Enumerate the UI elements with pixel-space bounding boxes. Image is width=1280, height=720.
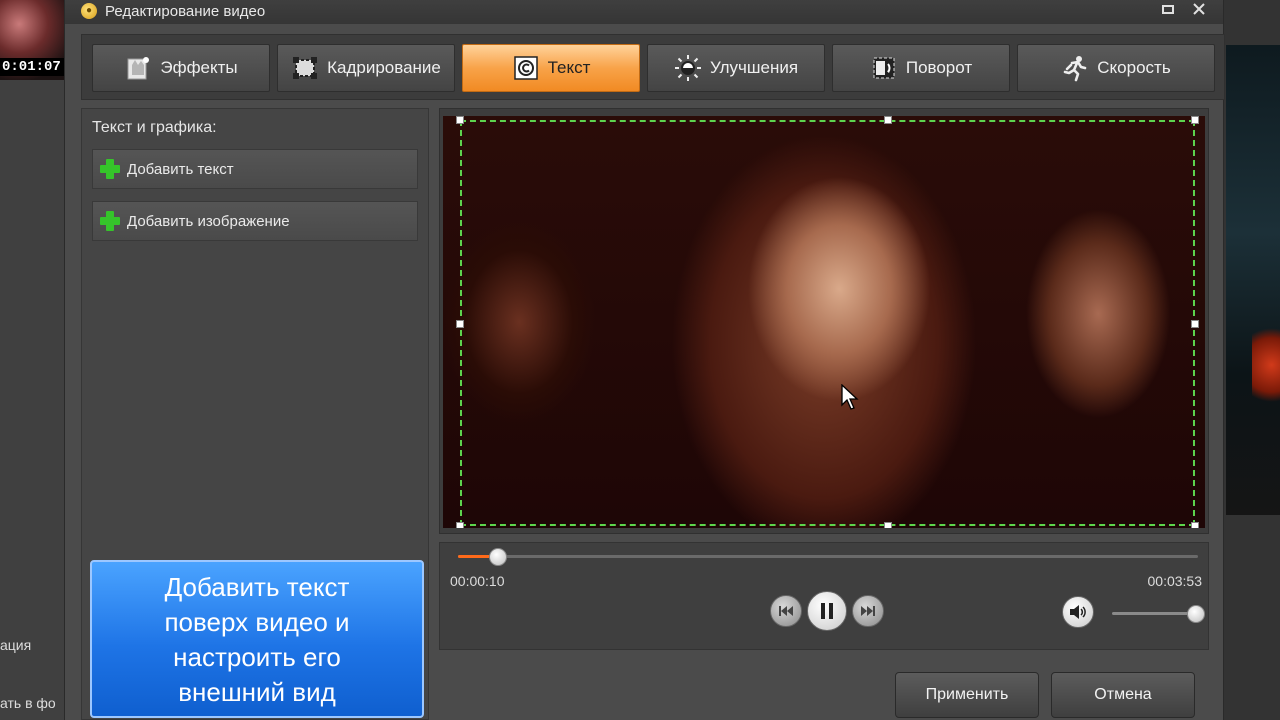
screen: 0:01:07 ация ать в фо ● Редактирование в… xyxy=(0,0,1280,720)
current-time: 00:00:10 xyxy=(450,573,505,589)
cancel-button[interactable]: Отмена xyxy=(1051,672,1195,718)
title-bar[interactable]: ● Редактирование видео xyxy=(65,0,1223,24)
tab-rotate[interactable]: Поворот xyxy=(832,44,1010,92)
tab-text[interactable]: Текст xyxy=(462,44,640,92)
resize-handle[interactable] xyxy=(884,116,892,124)
volume-slider[interactable] xyxy=(1112,605,1205,623)
background-app-left: 0:01:07 ация ать в фо xyxy=(0,0,64,720)
seek-bar-progress xyxy=(458,555,490,558)
panel-header: Текст и графика: xyxy=(92,119,217,136)
mouse-pointer-icon xyxy=(841,383,859,417)
tab-label: Эффекты xyxy=(160,58,238,77)
selection-frame[interactable] xyxy=(460,120,1195,526)
tab-bar: Эффекты Кадрирование Текст Улучшения Пов… xyxy=(81,34,1225,100)
copyright-icon xyxy=(512,54,540,82)
resize-handle[interactable] xyxy=(1191,320,1199,328)
add-image-button[interactable]: Добавить изображение xyxy=(92,201,418,241)
dialog-title: Редактирование видео xyxy=(105,3,266,20)
volume-button[interactable] xyxy=(1062,596,1094,628)
tab-label: Текст xyxy=(547,58,591,77)
volume-handle[interactable] xyxy=(1187,605,1205,623)
tab-label: Кадрирование xyxy=(327,58,441,77)
skip-back-icon xyxy=(779,606,793,616)
tab-label: Поворот xyxy=(905,58,973,77)
add-text-label: Добавить текст xyxy=(127,160,234,178)
previous-frame-button[interactable] xyxy=(770,595,802,627)
resize-handle[interactable] xyxy=(456,320,464,328)
add-text-button[interactable]: Добавить текст xyxy=(92,149,418,189)
app-logo-icon: ● xyxy=(81,3,97,19)
minimize-icon[interactable] xyxy=(1156,0,1180,22)
crop-icon xyxy=(291,54,319,82)
tab-enhancements[interactable]: Улучшения xyxy=(647,44,825,92)
skip-forward-icon xyxy=(861,606,875,616)
callout-line: настроить его xyxy=(173,642,341,672)
total-time: 00:03:53 xyxy=(1147,573,1203,589)
tab-crop[interactable]: Кадрирование xyxy=(277,44,455,92)
running-man-icon xyxy=(1061,54,1089,82)
callout-line: поверх видео и xyxy=(164,607,350,637)
clip-timecode: 0:01:07 xyxy=(0,58,64,76)
callout-line: внешний вид xyxy=(178,677,336,707)
callout-line: Добавить текст xyxy=(164,572,350,602)
add-image-label: Добавить изображение xyxy=(127,212,290,230)
resize-handle[interactable] xyxy=(1191,116,1199,124)
effects-icon xyxy=(124,54,152,82)
background-preview xyxy=(1226,45,1280,515)
video-preview[interactable] xyxy=(443,116,1205,528)
pause-icon xyxy=(821,603,833,619)
tab-label: Улучшения xyxy=(709,58,799,77)
resize-handle[interactable] xyxy=(1191,522,1199,528)
seek-bar[interactable] xyxy=(458,548,1198,566)
close-icon[interactable] xyxy=(1187,0,1211,22)
playback-controls: 00:00:10 00:03:53 xyxy=(439,542,1209,650)
background-label: ать в фо xyxy=(0,695,56,711)
apply-button[interactable]: Применить xyxy=(895,672,1039,718)
background-preview-detail xyxy=(1252,320,1280,410)
plus-icon xyxy=(99,158,121,180)
pause-button[interactable] xyxy=(807,591,847,631)
tab-effects[interactable]: Эффекты xyxy=(92,44,270,92)
resize-handle[interactable] xyxy=(456,116,464,124)
plus-icon xyxy=(99,210,121,232)
speaker-icon xyxy=(1070,605,1086,619)
tab-label: Скорость xyxy=(1097,58,1171,77)
rotate-icon xyxy=(870,54,898,82)
seek-handle[interactable] xyxy=(488,548,507,566)
brightness-icon xyxy=(674,54,702,82)
tab-speed[interactable]: Скорость xyxy=(1017,44,1215,92)
resize-handle[interactable] xyxy=(884,522,892,528)
tutorial-callout: Добавить текст поверх видео и настроить … xyxy=(90,560,424,718)
next-frame-button[interactable] xyxy=(852,595,884,627)
background-label: ация xyxy=(0,637,32,653)
resize-handle[interactable] xyxy=(456,522,464,528)
